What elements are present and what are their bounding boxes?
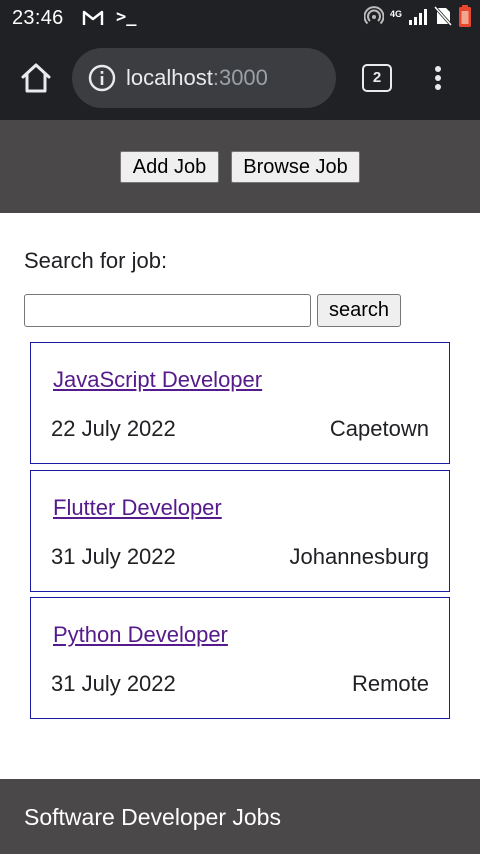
status-bar: 23:46 >_ 4G: [0, 0, 480, 36]
job-title-link[interactable]: Flutter Developer: [53, 495, 222, 521]
job-date: 31 July 2022: [51, 544, 176, 569]
home-icon: [21, 63, 51, 93]
footer-title: Software Developer Jobs: [24, 804, 281, 830]
address-bar[interactable]: localhost:3000: [72, 48, 336, 108]
status-time: 23:46: [12, 7, 64, 29]
job-card: JavaScript Developer 22 July 2022 Capeto…: [30, 342, 450, 464]
job-card: Flutter Developer 31 July 2022 Johannesb…: [30, 470, 450, 592]
info-icon[interactable]: [88, 64, 116, 92]
job-location: Remote: [351, 671, 429, 696]
search-label: Search for job:: [24, 248, 168, 273]
url-text: localhost:3000: [126, 65, 268, 91]
status-icons: 4G: [363, 4, 472, 32]
url-host: localhost: [126, 65, 213, 90]
tabs-icon[interactable]: 2: [362, 64, 392, 92]
search-input[interactable]: [24, 294, 311, 327]
network-type: 4G: [389, 8, 402, 19]
no-sim-icon: [433, 5, 453, 31]
app-footer: Software Developer Jobs: [0, 779, 480, 854]
gmail-icon: [82, 9, 104, 32]
job-date: 31 July 2022: [51, 671, 176, 696]
battery-icon: [458, 4, 472, 32]
app-header: Add Job Browse Job: [0, 120, 480, 213]
add-job-button[interactable]: Add Job: [120, 151, 219, 183]
hotspot-icon: [363, 5, 385, 31]
job-location: Capetown: [329, 416, 429, 441]
browse-job-button[interactable]: Browse Job: [231, 151, 360, 183]
job-title-link[interactable]: JavaScript Developer: [53, 367, 262, 393]
job-title-link[interactable]: Python Developer: [53, 622, 228, 648]
signal-icon: [408, 7, 428, 30]
terminal-icon: >_: [116, 7, 137, 27]
browser-toolbar: localhost:3000 2: [0, 36, 480, 120]
home-button[interactable]: [18, 62, 54, 94]
search-button[interactable]: search: [317, 294, 401, 327]
job-date: 22 July 2022: [51, 416, 176, 441]
job-location: Johannesburg: [289, 544, 429, 569]
url-port: :3000: [212, 65, 268, 90]
more-vert-icon[interactable]: [424, 62, 452, 94]
job-card: Python Developer 31 July 2022 Remote: [30, 597, 450, 719]
